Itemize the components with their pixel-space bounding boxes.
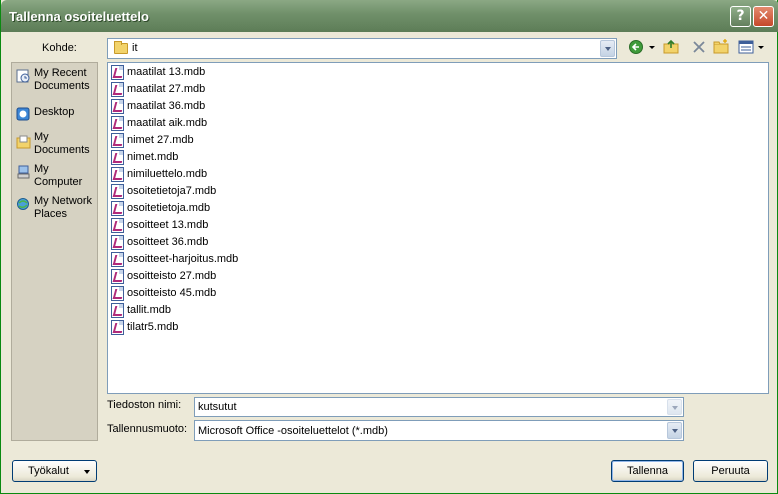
file-name: tallit.mdb xyxy=(127,304,172,316)
access-file-icon xyxy=(111,320,124,335)
filetype-dropdown-arrow[interactable] xyxy=(667,422,682,439)
save-dialog: Tallenna osoiteluettelo ? ✕ Kohde: it My… xyxy=(0,0,778,494)
file-name: osoitteet 36.mdb xyxy=(127,236,209,248)
access-file-icon xyxy=(111,286,124,301)
help-button[interactable]: ? xyxy=(730,6,751,27)
file-name: maatilat 13.mdb xyxy=(127,66,206,78)
tools-button-label: Työkalut xyxy=(28,465,69,477)
network-places-icon xyxy=(17,198,29,210)
access-file-icon xyxy=(111,167,124,182)
chevron-down-icon xyxy=(649,46,655,49)
delete-icon xyxy=(693,41,705,53)
access-file-icon xyxy=(111,235,124,250)
location-label: Kohde: xyxy=(42,42,77,54)
delete-button[interactable] xyxy=(689,38,709,56)
file-name: osoitteet-harjoitus.mdb xyxy=(127,253,239,265)
up-one-level-button[interactable] xyxy=(661,38,681,56)
place-label: My Network Places xyxy=(34,195,93,220)
cancel-button-label: Peruuta xyxy=(711,465,750,477)
filename-dropdown-arrow[interactable] xyxy=(667,399,682,415)
my-computer-icon xyxy=(17,165,30,179)
back-arrow-icon xyxy=(629,40,643,54)
views-dropdown[interactable] xyxy=(756,38,766,56)
tools-button[interactable]: Työkalut xyxy=(12,460,97,482)
file-name: osoitetietoja7.mdb xyxy=(127,185,217,197)
cancel-button[interactable]: Peruuta xyxy=(693,460,768,482)
chevron-down-icon xyxy=(758,46,764,49)
access-file-icon xyxy=(111,133,124,148)
access-file-icon xyxy=(111,184,124,199)
file-name: maatilat aik.mdb xyxy=(127,117,208,129)
access-file-icon xyxy=(111,218,124,233)
location-dropdown-arrow[interactable] xyxy=(600,40,615,57)
window-title: Tallenna osoiteluettelo xyxy=(9,9,149,24)
my-documents-icon xyxy=(16,135,31,149)
file-list[interactable]: maatilat 13.mdb maatilat 27.mdb maatilat… xyxy=(107,62,769,394)
up-folder-icon xyxy=(663,39,679,54)
file-name: osoitteet 13.mdb xyxy=(127,219,209,231)
save-button[interactable]: Tallenna xyxy=(611,460,684,482)
save-button-label: Tallenna xyxy=(627,465,668,477)
access-file-icon xyxy=(111,82,124,97)
access-file-icon xyxy=(111,303,124,318)
filetype-select[interactable]: Microsoft Office -osoiteluettelot (*.mdb… xyxy=(194,420,684,441)
filename-label: Tiedoston nimi: xyxy=(107,399,182,411)
new-folder-button[interactable] xyxy=(711,38,731,56)
chevron-down-icon xyxy=(84,470,90,474)
place-label: My Documents xyxy=(34,131,90,156)
close-button[interactable]: ✕ xyxy=(753,6,774,27)
access-file-icon xyxy=(111,99,124,114)
file-name: tilatr5.mdb xyxy=(127,321,179,333)
access-file-icon xyxy=(111,116,124,131)
file-name: nimet.mdb xyxy=(127,151,179,163)
place-desktop[interactable]: Desktop xyxy=(12,105,99,123)
access-file-icon xyxy=(111,201,124,216)
file-name: nimiluettelo.mdb xyxy=(127,168,208,180)
file-name: nimet 27.mdb xyxy=(127,134,194,146)
access-file-icon xyxy=(111,252,124,267)
place-recent-documents[interactable]: My Recent Documents xyxy=(12,67,99,97)
location-combo[interactable]: it xyxy=(107,38,617,59)
file-name: maatilat 27.mdb xyxy=(127,83,206,95)
back-button[interactable] xyxy=(627,38,647,56)
filename-field[interactable]: kutsutut xyxy=(194,397,684,417)
filetype-value: Microsoft Office -osoiteluettelot (*.mdb… xyxy=(198,425,388,437)
filetype-label: Tallennusmuoto: xyxy=(107,423,188,435)
views-button[interactable] xyxy=(736,38,756,56)
desktop-icon xyxy=(16,107,30,121)
recent-documents-icon xyxy=(16,69,30,83)
filename-value: kutsutut xyxy=(198,401,237,413)
folder-icon xyxy=(114,41,128,54)
file-name: osoitteisto 27.mdb xyxy=(127,270,217,282)
views-icon xyxy=(738,40,754,54)
place-my-documents[interactable]: My Documents xyxy=(12,131,99,161)
place-network-places[interactable]: My Network Places xyxy=(12,195,99,225)
access-file-icon xyxy=(111,269,124,284)
back-history-dropdown[interactable] xyxy=(647,38,657,56)
file-name: maatilat 36.mdb xyxy=(127,100,206,112)
location-value: it xyxy=(132,42,138,54)
place-label: My Recent Documents xyxy=(34,67,90,92)
access-file-icon xyxy=(111,150,124,165)
place-label: Desktop xyxy=(34,106,75,118)
file-name: osoitteisto 45.mdb xyxy=(127,287,217,299)
title-bar[interactable]: Tallenna osoiteluettelo ? ✕ xyxy=(1,0,778,32)
new-folder-icon xyxy=(713,39,729,54)
access-file-icon xyxy=(111,65,124,80)
place-my-computer[interactable]: My Computer xyxy=(12,163,99,193)
place-label: My Computer xyxy=(34,163,83,188)
places-bar: My Recent Documents Desktop My Documents… xyxy=(11,62,98,441)
file-name: osoitetietoja.mdb xyxy=(127,202,211,214)
